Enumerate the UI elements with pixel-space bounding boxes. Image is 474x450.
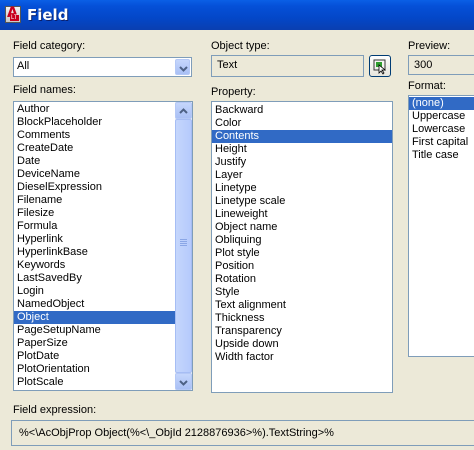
format-list[interactable]: (none) Uppercase Lowercase First capital Tit… bbox=[408, 95, 474, 357]
property-label: Property: bbox=[211, 86, 256, 98]
object-type-value: Text bbox=[217, 59, 238, 71]
property-item[interactable]: Linetype scale bbox=[212, 195, 392, 208]
field-name-item[interactable]: Hyperlink bbox=[14, 233, 192, 246]
property-item[interactable]: Height bbox=[212, 143, 392, 156]
field-name-item[interactable]: PlotOrientation bbox=[14, 363, 192, 376]
field-name-item[interactable]: Object bbox=[14, 311, 192, 324]
field-names-label: Field names: bbox=[13, 84, 76, 96]
field-category-dropdown[interactable]: All bbox=[13, 57, 192, 77]
field-name-item[interactable]: Login bbox=[14, 285, 192, 298]
field-name-item[interactable]: Author bbox=[14, 103, 192, 116]
property-item[interactable]: Position bbox=[212, 260, 392, 273]
property-item[interactable]: Layer bbox=[212, 169, 392, 182]
property-item[interactable]: Transparency bbox=[212, 325, 392, 338]
format-item[interactable]: (none) bbox=[409, 97, 474, 110]
format-label: Format: bbox=[408, 80, 446, 92]
field-category-label: Field category: bbox=[13, 40, 86, 52]
format-item[interactable]: Uppercase bbox=[409, 110, 474, 123]
field-names-list[interactable]: Author BlockPlaceholder Comments CreateDate… bbox=[13, 101, 193, 391]
scroll-up-icon[interactable] bbox=[175, 102, 192, 119]
field-name-item[interactable]: Formula bbox=[14, 220, 192, 233]
property-item[interactable]: Lineweight bbox=[212, 208, 392, 221]
property-item[interactable]: Object name bbox=[212, 221, 392, 234]
property-item[interactable]: Text alignment bbox=[212, 299, 392, 312]
preview-value: 300 bbox=[414, 59, 433, 71]
select-object-button[interactable] bbox=[369, 55, 391, 77]
field-name-item[interactable]: BlockPlaceholder bbox=[14, 116, 192, 129]
property-item[interactable]: Color bbox=[212, 117, 392, 130]
autocad-lt-icon: A LT bbox=[5, 5, 21, 23]
field-names-scrollbar[interactable] bbox=[175, 102, 192, 390]
field-expression-value: %<\AcObjProp Object(%<\_ObjId 2128876936… bbox=[19, 427, 334, 439]
field-name-item[interactable]: CreateDate bbox=[14, 142, 192, 155]
format-item[interactable]: Lowercase bbox=[409, 123, 474, 136]
field-expression-label: Field expression: bbox=[13, 404, 97, 416]
object-type-label: Object type: bbox=[211, 40, 270, 52]
format-item[interactable]: Title case bbox=[409, 149, 474, 162]
title-bar[interactable]: A LT Field bbox=[0, 0, 474, 30]
property-item[interactable]: Linetype bbox=[212, 182, 392, 195]
field-name-item[interactable]: PageSetupName bbox=[14, 324, 192, 337]
property-item[interactable]: Plot style bbox=[212, 247, 392, 260]
property-item[interactable]: Width factor bbox=[212, 351, 392, 364]
field-name-item[interactable]: LastSavedBy bbox=[14, 272, 192, 285]
preview-label: Preview: bbox=[408, 40, 451, 52]
field-name-item[interactable]: Filesize bbox=[14, 207, 192, 220]
field-category-value: All bbox=[17, 60, 30, 72]
field-name-item[interactable]: Comments bbox=[14, 129, 192, 142]
property-item[interactable]: Backward bbox=[212, 104, 392, 117]
field-name-item[interactable]: NamedObject bbox=[14, 298, 192, 311]
select-object-icon bbox=[373, 59, 387, 75]
dropdown-arrow-icon[interactable] bbox=[175, 59, 190, 75]
format-item[interactable]: First capital bbox=[409, 136, 474, 149]
property-item[interactable]: Style bbox=[212, 286, 392, 299]
preview-field: 300 bbox=[408, 55, 474, 75]
field-name-item[interactable]: Keywords bbox=[14, 259, 192, 272]
window-title: Field bbox=[27, 6, 69, 24]
field-expression-field: %<\AcObjProp Object(%<\_ObjId 2128876936… bbox=[11, 420, 474, 446]
object-type-field: Text bbox=[211, 55, 364, 77]
property-item[interactable]: Contents bbox=[212, 130, 392, 143]
field-name-item[interactable]: PlotScale bbox=[14, 376, 192, 389]
field-name-item[interactable]: DieselExpression bbox=[14, 181, 192, 194]
field-name-item[interactable]: PlotDate bbox=[14, 350, 192, 363]
scroll-thumb[interactable] bbox=[175, 119, 192, 373]
property-list[interactable]: Backward Color Contents Height Justify Layer L… bbox=[211, 101, 393, 393]
property-item[interactable]: Obliquing bbox=[212, 234, 392, 247]
field-name-item[interactable]: DeviceName bbox=[14, 168, 192, 181]
property-item[interactable]: Justify bbox=[212, 156, 392, 169]
field-name-item[interactable]: Filename bbox=[14, 194, 192, 207]
scroll-down-icon[interactable] bbox=[175, 373, 192, 390]
field-name-item[interactable]: HyperlinkBase bbox=[14, 246, 192, 259]
field-name-item[interactable]: PaperSize bbox=[14, 337, 192, 350]
property-item[interactable]: Thickness bbox=[212, 312, 392, 325]
field-name-item[interactable]: Date bbox=[14, 155, 192, 168]
property-item[interactable]: Upside down bbox=[212, 338, 392, 351]
property-item[interactable]: Rotation bbox=[212, 273, 392, 286]
